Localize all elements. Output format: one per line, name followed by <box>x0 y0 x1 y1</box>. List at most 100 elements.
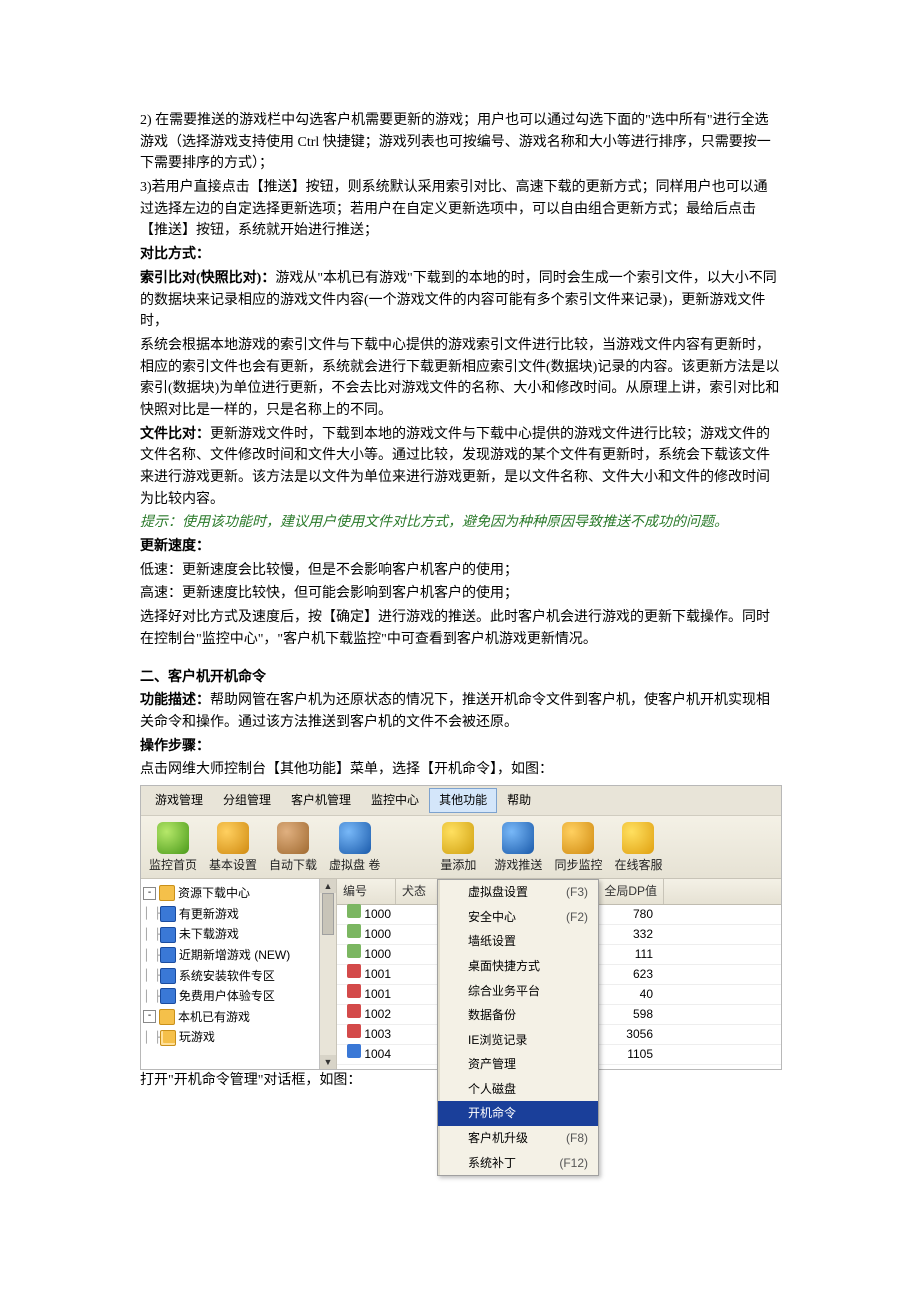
tree-node[interactable]: - 资源下载中心 <box>143 883 317 904</box>
folder-icon <box>159 885 175 901</box>
dropdown-item[interactable]: 桌面快捷方式 <box>438 954 598 979</box>
tree-node-label: 近期新增游戏 (NEW) <box>179 946 290 965</box>
dropdown-item-label: 系统补丁 <box>468 1154 516 1173</box>
paragraph-step3: 3)若用户直接点击【推送】按钮，则系统默认采用索引对比、高速下载的更新方式；同样… <box>140 177 780 242</box>
dropdown-item-label: 开机命令 <box>468 1104 516 1123</box>
dropdown-item[interactable]: 系统补丁(F12) <box>438 1151 598 1176</box>
tree-guide: │ ├ <box>143 947 160 964</box>
dropdown-item[interactable]: 墙纸设置 <box>438 929 598 954</box>
item-icon <box>160 906 176 922</box>
toolbar-monitor-home[interactable]: 监控首页 <box>149 822 197 875</box>
cell-id: 1001 <box>337 964 395 984</box>
col-id-header[interactable]: 编号 <box>337 879 396 904</box>
cell-dp: 111 <box>591 945 659 964</box>
row-status-icon <box>347 904 361 918</box>
tree-panel: - 资源下载中心 │ ├ 有更新游戏 │ ├ 未下载游戏 │ ├ 近期新增游戏 (… <box>141 879 337 1069</box>
dropdown-item-label: 数据备份 <box>468 1006 516 1025</box>
folder-icon <box>160 1030 176 1046</box>
tree-scrollbar[interactable]: ▲ ▼ <box>319 879 336 1069</box>
col-dp-header[interactable]: 全局DP值 <box>595 879 664 904</box>
scroll-up-arrow-icon[interactable]: ▲ <box>320 879 336 893</box>
toolbar-game-push[interactable]: 游戏推送 <box>494 822 542 875</box>
cell-id: 1000 <box>337 904 395 924</box>
tree-node-label: 系统安装软件专区 <box>179 967 275 986</box>
tree-node-label: 玩游戏 <box>179 1028 215 1047</box>
dropdown-item[interactable]: 开机命令 <box>438 1101 598 1126</box>
tree-guide: │ ├ <box>143 967 160 984</box>
toolbar-basic-settings[interactable]: 基本设置 <box>209 822 257 875</box>
tree-node[interactable]: │ ├ 免费用户体验专区 <box>143 986 317 1007</box>
tree-node[interactable]: │ ├ 系统安装软件专区 <box>143 966 317 987</box>
menu-client-manage[interactable]: 客户机管理 <box>281 788 361 813</box>
paragraph-confirm: 选择好对比方式及速度后，按【确定】进行游戏的推送。此时客户机会进行游戏的更新下载… <box>140 607 780 650</box>
menu-game-manage[interactable]: 游戏管理 <box>145 788 213 813</box>
paragraph-index-compare-body: 系统会根据本地游戏的索引文件与下载中心提供的游戏索引文件进行比较，当游戏文件内容… <box>140 335 780 422</box>
tree-node[interactable]: │ ├ 有更新游戏 <box>143 904 317 925</box>
row-status-icon <box>347 944 361 958</box>
dropdown-item[interactable]: 客户机升级 (F8) <box>438 1126 598 1151</box>
dropdown-item[interactable]: 资产管理 <box>438 1052 598 1077</box>
tree-node[interactable]: │ ├ 未下载游戏 <box>143 924 317 945</box>
heading-update-speed: 更新速度： <box>140 536 780 558</box>
toolbar-label: 游戏推送 <box>494 856 542 875</box>
tree-node[interactable]: -本机已有游戏 <box>143 1007 317 1028</box>
tree-node[interactable]: │ ├ 近期新增游戏 (NEW) <box>143 945 317 966</box>
tree-expander-icon[interactable]: - <box>143 887 156 900</box>
menubar: 游戏管理 分组管理 客户机管理 监控中心 其他功能 帮助 <box>141 786 781 816</box>
tree-guide: │ ├ <box>143 1029 160 1046</box>
toolbar-label: 基本设置 <box>209 856 257 875</box>
toolbar-batch-add[interactable]: 量添加 <box>434 822 482 875</box>
dropdown-item-label: IE浏览记录 <box>468 1031 527 1050</box>
dropdown-item[interactable]: 个人磁盘 <box>438 1077 598 1102</box>
heading-compare-method: 对比方式： <box>140 244 780 266</box>
cell-dp: 40 <box>591 985 659 1004</box>
tree-node-label: 资源下载中心 <box>178 884 250 903</box>
tree-node-label: 免费用户体验专区 <box>179 987 275 1006</box>
dropdown-item[interactable]: 数据备份 <box>438 1003 598 1028</box>
cell-dp: 332 <box>591 925 659 944</box>
label-index-compare: 索引比对(快照比对)： <box>140 271 275 286</box>
heading-section-2: 二、客户机开机命令 <box>140 667 780 689</box>
tree-guide: │ ├ <box>143 988 160 1005</box>
cell-id: 1004 <box>337 1044 395 1064</box>
toolbar-online-support[interactable]: 在线客服 <box>614 822 662 875</box>
cell-id: 1000 <box>337 944 395 964</box>
magnifier-icon <box>442 822 474 854</box>
scroll-thumb[interactable] <box>322 893 334 935</box>
heading-steps: 操作步骤： <box>140 736 780 758</box>
paragraph-function-desc: 功能描述：帮助网管在客户机为还原状态的情况下，推送开机命令文件到客户机，使客户机… <box>140 690 780 733</box>
dropdown-item[interactable]: 安全中心(F2) <box>438 905 598 930</box>
menu-group-manage[interactable]: 分组管理 <box>213 788 281 813</box>
toolbar-virtual-disk[interactable]: 虚拟盘 卷 <box>329 822 380 875</box>
tree-expander-icon[interactable]: - <box>143 1010 156 1023</box>
dropdown-item[interactable]: IE浏览记录 <box>438 1028 598 1053</box>
row-status-icon <box>347 1024 361 1038</box>
tree-node[interactable]: │ ├ 玩游戏 <box>143 1027 317 1048</box>
menu-monitor-center[interactable]: 监控中心 <box>361 788 429 813</box>
toolbar-sync-monitor[interactable]: 同步监控 <box>554 822 602 875</box>
dropdown-item-label: 安全中心 <box>468 908 516 927</box>
scroll-down-arrow-icon[interactable]: ▼ <box>320 1055 336 1069</box>
cell-dp: 598 <box>591 1005 659 1024</box>
cell-dp: 1105 <box>591 1045 659 1064</box>
dropdown-shortcut: (F8) <box>556 1129 588 1148</box>
row-status-icon <box>347 964 361 978</box>
cell-id: 1002 <box>337 1004 395 1024</box>
menu-other-functions[interactable]: 其他功能 <box>429 788 497 813</box>
toolbar-label: 量添加 <box>440 856 476 875</box>
dropdown-item[interactable]: 综合业务平台 <box>438 979 598 1004</box>
dropdown-item-label: 虚拟盘设置 <box>468 883 528 902</box>
toolbar-vdisk-suffix: 卷 <box>368 858 380 872</box>
monitor-home-icon <box>157 822 189 854</box>
push-icon <box>502 822 534 854</box>
tree-guide: │ ├ <box>143 926 160 943</box>
toolbar-auto-download[interactable]: 自动下载 <box>269 822 317 875</box>
resource-tree[interactable]: - 资源下载中心 │ ├ 有更新游戏 │ ├ 未下载游戏 │ ├ 近期新增游戏 (… <box>141 879 319 1069</box>
menu-help[interactable]: 帮助 <box>497 788 541 813</box>
dropdown-item-label: 墙纸设置 <box>468 932 516 951</box>
dropdown-item[interactable]: 虚拟盘设置(F3) <box>438 880 598 905</box>
cell-dp: 780 <box>591 905 659 924</box>
dropdown-item-label: 客户机升级 <box>468 1129 528 1148</box>
row-status-icon <box>347 1044 361 1058</box>
smile-icon <box>622 822 654 854</box>
